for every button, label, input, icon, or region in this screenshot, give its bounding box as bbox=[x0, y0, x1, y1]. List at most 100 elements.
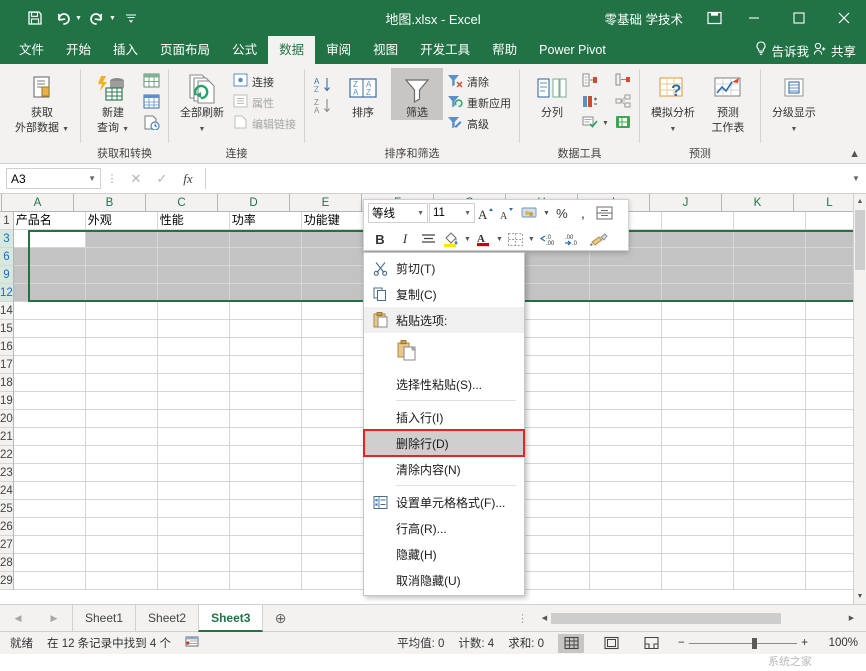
cell-K23[interactable] bbox=[734, 464, 806, 482]
cell-I24[interactable] bbox=[590, 482, 662, 500]
font-size-select[interactable]: 11 ▼ bbox=[429, 203, 475, 223]
cell-B12[interactable] bbox=[86, 284, 158, 302]
add-sheet-button[interactable]: ⊕ bbox=[263, 610, 297, 627]
view-page-layout-button[interactable] bbox=[598, 634, 624, 653]
cell-H26[interactable] bbox=[518, 518, 590, 536]
cell-K29[interactable] bbox=[734, 572, 806, 590]
chevron-down-icon[interactable]: ▼ bbox=[463, 236, 472, 243]
cell-J28[interactable] bbox=[662, 554, 734, 572]
cell-J17[interactable] bbox=[662, 356, 734, 374]
cell-A26[interactable] bbox=[14, 518, 86, 536]
cell-J18[interactable] bbox=[662, 374, 734, 392]
cell-C29[interactable] bbox=[158, 572, 230, 590]
clear-filter-button[interactable]: 清除 bbox=[445, 71, 513, 92]
increase-decimal-button[interactable]: .00.0 bbox=[562, 228, 586, 250]
column-header-B[interactable]: B bbox=[74, 194, 146, 211]
cell-C18[interactable] bbox=[158, 374, 230, 392]
cell-K20[interactable] bbox=[734, 410, 806, 428]
cell-K9[interactable] bbox=[734, 266, 806, 284]
cell-K19[interactable] bbox=[734, 392, 806, 410]
cell-C25[interactable] bbox=[158, 500, 230, 518]
sheet-tab-sheet1[interactable]: Sheet1 bbox=[72, 605, 135, 632]
tab-file[interactable]: 文件 bbox=[8, 36, 55, 64]
cell-D6[interactable] bbox=[230, 248, 302, 266]
confirm-formula-icon[interactable]: ✓ bbox=[149, 171, 175, 187]
cell-J24[interactable] bbox=[662, 482, 734, 500]
cell-K17[interactable] bbox=[734, 356, 806, 374]
chevron-down-icon[interactable]: ▼ bbox=[88, 174, 96, 183]
cell-A18[interactable] bbox=[14, 374, 86, 392]
manage-data-model-button[interactable] bbox=[613, 113, 633, 134]
show-queries-button[interactable] bbox=[141, 71, 162, 92]
cell-B9[interactable] bbox=[86, 266, 158, 284]
cell-C16[interactable] bbox=[158, 338, 230, 356]
cell-A1[interactable]: 产品名 bbox=[14, 212, 86, 230]
cell-I27[interactable] bbox=[590, 536, 662, 554]
cell-J12[interactable] bbox=[662, 284, 734, 302]
cell-B25[interactable] bbox=[86, 500, 158, 518]
chevron-down-icon[interactable]: ▼ bbox=[790, 126, 797, 133]
format-painter-button[interactable] bbox=[587, 228, 611, 250]
recent-sources-button[interactable] bbox=[141, 113, 162, 134]
cell-J14[interactable] bbox=[662, 302, 734, 320]
cell-I16[interactable] bbox=[590, 338, 662, 356]
cell-I28[interactable] bbox=[590, 554, 662, 572]
cell-H29[interactable] bbox=[518, 572, 590, 590]
cell-J29[interactable] bbox=[662, 572, 734, 590]
cell-K3[interactable] bbox=[734, 230, 806, 248]
view-normal-button[interactable] bbox=[558, 634, 584, 653]
cell-H9[interactable] bbox=[518, 266, 590, 284]
cell-J3[interactable] bbox=[662, 230, 734, 248]
cell-I22[interactable] bbox=[590, 446, 662, 464]
cell-I14[interactable] bbox=[590, 302, 662, 320]
cell-A9[interactable] bbox=[14, 266, 86, 284]
row-header-17[interactable]: 17 bbox=[0, 356, 13, 374]
comma-format-button[interactable]: , bbox=[573, 202, 593, 224]
cell-I25[interactable] bbox=[590, 500, 662, 518]
cell-C9[interactable] bbox=[158, 266, 230, 284]
cell-H28[interactable] bbox=[518, 554, 590, 572]
cell-H20[interactable] bbox=[518, 410, 590, 428]
horizontal-scroll-thumb[interactable] bbox=[551, 613, 781, 624]
cell-B17[interactable] bbox=[86, 356, 158, 374]
accounting-format-button[interactable] bbox=[519, 202, 541, 224]
chevron-down-icon[interactable]: ▼ bbox=[495, 236, 504, 243]
reapply-button[interactable]: 重新应用 bbox=[445, 92, 513, 113]
cell-D26[interactable] bbox=[230, 518, 302, 536]
cell-B6[interactable] bbox=[86, 248, 158, 266]
cell-C20[interactable] bbox=[158, 410, 230, 428]
scroll-left-arrow[interactable]: ◀ bbox=[538, 614, 551, 622]
vertical-scrollbar[interactable]: ▲ ▼ bbox=[853, 194, 866, 604]
chevron-down-icon[interactable]: ▼ bbox=[62, 126, 69, 133]
relationships-button[interactable] bbox=[613, 92, 633, 113]
cell-D28[interactable] bbox=[230, 554, 302, 572]
font-name-select[interactable]: 等线 ▼ bbox=[368, 203, 428, 223]
tab-help[interactable]: 帮助 bbox=[481, 36, 528, 64]
cell-D15[interactable] bbox=[230, 320, 302, 338]
redo-chevron-down-icon[interactable]: ▼ bbox=[109, 15, 116, 22]
cell-I20[interactable] bbox=[590, 410, 662, 428]
column-header-E[interactable]: E bbox=[290, 194, 362, 211]
cell-H25[interactable] bbox=[518, 500, 590, 518]
cell-C23[interactable] bbox=[158, 464, 230, 482]
row-header-23[interactable]: 23 bbox=[0, 464, 13, 482]
cell-J23[interactable] bbox=[662, 464, 734, 482]
cell-H27[interactable] bbox=[518, 536, 590, 554]
cell-K16[interactable] bbox=[734, 338, 806, 356]
cell-A6[interactable] bbox=[14, 248, 86, 266]
cell-A23[interactable] bbox=[14, 464, 86, 482]
font-color-button[interactable]: A bbox=[473, 228, 494, 250]
save-icon[interactable] bbox=[22, 6, 48, 30]
cell-H14[interactable] bbox=[518, 302, 590, 320]
cell-D19[interactable] bbox=[230, 392, 302, 410]
cell-C17[interactable] bbox=[158, 356, 230, 374]
decrease-decimal-button[interactable]: .0.00 bbox=[537, 228, 561, 250]
bold-button[interactable]: B bbox=[368, 228, 392, 250]
cell-A24[interactable] bbox=[14, 482, 86, 500]
cell-D3[interactable] bbox=[230, 230, 302, 248]
cell-B27[interactable] bbox=[86, 536, 158, 554]
context-menu-item-hide[interactable]: 隐藏(H) bbox=[364, 541, 524, 567]
cell-B22[interactable] bbox=[86, 446, 158, 464]
percent-format-button[interactable]: % bbox=[552, 202, 572, 224]
cell-K22[interactable] bbox=[734, 446, 806, 464]
